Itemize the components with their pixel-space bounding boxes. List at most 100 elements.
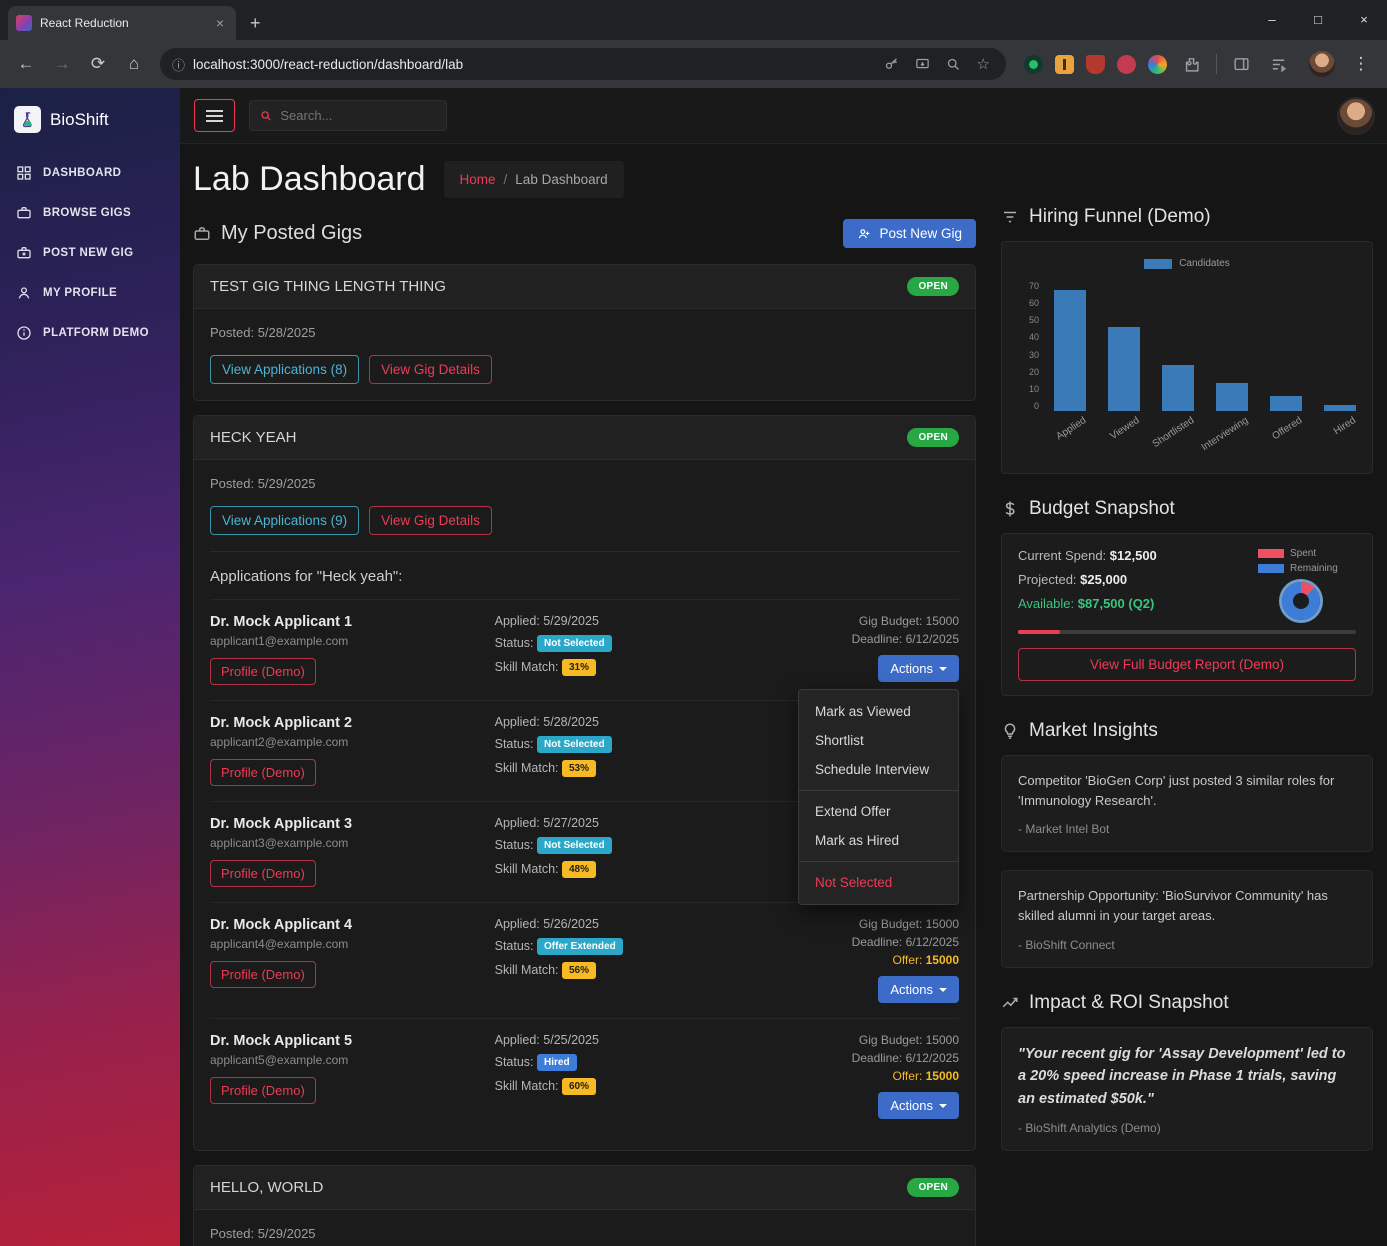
extensions-row (1016, 54, 1299, 74)
reload-button[interactable]: ⟳ (82, 48, 114, 80)
legend-label: Candidates (1179, 258, 1230, 269)
tab-favicon (16, 15, 32, 31)
extension-icon-5[interactable] (1148, 55, 1167, 74)
home-button[interactable]: ⌂ (118, 48, 150, 80)
browser-menu-icon[interactable]: ⋮ (1345, 48, 1377, 80)
y-tick-label: 0 (1034, 401, 1039, 411)
browser-tab[interactable]: React Reduction × (8, 6, 236, 40)
install-app-icon[interactable] (911, 57, 934, 72)
user-avatar[interactable] (1339, 99, 1373, 133)
address-bar[interactable]: ⓘ localhost:3000/react-reduction/dashboa… (160, 48, 1006, 80)
gig-card-body: Posted: 5/28/2025 View Applications (8) … (194, 309, 975, 400)
password-manager-icon[interactable] (880, 57, 903, 72)
y-tick-label: 10 (1029, 384, 1039, 394)
view-gig-details-button[interactable]: View Gig Details (369, 355, 492, 384)
zoom-icon[interactable] (942, 57, 965, 72)
actions-dropdown-button[interactable]: Actions (878, 976, 959, 1003)
x-tick-label: Viewed (1109, 415, 1142, 442)
application-status-badge: Not Selected (537, 635, 612, 652)
extension-icon-1[interactable] (1024, 55, 1043, 74)
funnel-bar (1270, 396, 1302, 411)
sidebar-toggle-button[interactable] (194, 99, 235, 132)
profile-demo-button[interactable]: Profile (Demo) (210, 759, 316, 786)
breadcrumb-separator: / (504, 172, 508, 187)
forward-button[interactable]: → (46, 48, 78, 80)
extension-icon-4[interactable] (1117, 55, 1136, 74)
applicant-row: Dr. Mock Applicant 5 applicant5@example.… (210, 1018, 959, 1134)
view-gig-details-button[interactable]: View Gig Details (369, 506, 492, 535)
gig-card-body: Posted: 5/29/2025 View Applications (1) … (194, 1210, 975, 1246)
extension-icon-2[interactable] (1055, 55, 1074, 74)
insight-text: Competitor 'BioGen Corp' just posted 3 s… (1018, 771, 1356, 811)
menu-item-shortlist[interactable]: Shortlist (799, 726, 958, 755)
sidebar-item-label: POST NEW GIG (43, 247, 133, 259)
profile-demo-button[interactable]: Profile (Demo) (210, 961, 316, 988)
sidebar-item-post-new-gig[interactable]: POST NEW GIG (0, 233, 180, 273)
window-maximize-button[interactable]: □ (1295, 0, 1341, 40)
funnel-bars (1046, 281, 1356, 411)
sidebar-item-platform-demo[interactable]: PLATFORM DEMO (0, 313, 180, 353)
briefcase-icon (193, 225, 211, 243)
insight-source: - BioShift Connect (1018, 938, 1356, 952)
projected-value: $25,000 (1080, 572, 1127, 587)
funnel-bar (1216, 383, 1248, 411)
applicant-email: applicant2@example.com (210, 735, 495, 749)
budget-chart: Spent Remaining (1246, 548, 1356, 620)
funnel-icon (1001, 208, 1019, 226)
extensions-puzzle-icon[interactable] (1179, 56, 1204, 73)
bookmark-star-icon[interactable]: ☆ (973, 55, 994, 73)
window-minimize-button[interactable]: – (1249, 0, 1295, 40)
sidebar-item-label: PLATFORM DEMO (43, 327, 149, 339)
tab-close-icon[interactable]: × (212, 15, 228, 31)
impact-roi-title: Impact & ROI Snapshot (1001, 992, 1373, 1014)
sidebar-item-browse-gigs[interactable]: BROWSE GIGS (0, 193, 180, 233)
media-controls-icon[interactable] (1266, 56, 1291, 73)
post-new-gig-button[interactable]: Post New Gig (843, 219, 976, 248)
back-button[interactable]: ← (10, 48, 42, 80)
search-input[interactable] (280, 108, 436, 123)
profile-demo-button[interactable]: Profile (Demo) (210, 1077, 316, 1104)
x-tick-label: Interviewing (1199, 415, 1250, 453)
actions-dropdown-button[interactable]: Actions (878, 1092, 959, 1119)
menu-item-schedule-interview[interactable]: Schedule Interview (799, 755, 958, 784)
view-budget-report-button[interactable]: View Full Budget Report (Demo) (1018, 648, 1356, 681)
menu-item-mark-as-hired[interactable]: Mark as Hired (799, 826, 958, 855)
browser-profile-avatar[interactable] (1309, 51, 1335, 77)
sidebar-item-label: DASHBOARD (43, 167, 121, 179)
budget-progress-fill (1018, 630, 1060, 634)
gig-card-body: Posted: 5/29/2025 View Applications (9) … (194, 460, 975, 1150)
new-tab-button[interactable]: + (236, 13, 275, 40)
side-panel-icon[interactable] (1229, 56, 1254, 73)
sidebar-item-dashboard[interactable]: DASHBOARD (0, 153, 180, 193)
skill-match-badge: 56% (562, 962, 596, 979)
insight-text: Partnership Opportunity: 'BioSurvivor Co… (1018, 886, 1356, 926)
impact-roi-widget: Impact & ROI Snapshot "Your recent gig f… (1001, 992, 1373, 1151)
sidebar-item-label: MY PROFILE (43, 287, 117, 299)
extension-icon-3[interactable] (1086, 55, 1105, 74)
view-applications-button[interactable]: View Applications (9) (210, 506, 359, 535)
impact-quote: "Your recent gig for 'Assay Development'… (1018, 1043, 1356, 1110)
gig-card: TEST GIG THING LENGTH THING OPEN Posted:… (193, 264, 976, 401)
profile-demo-button[interactable]: Profile (Demo) (210, 860, 316, 887)
menu-item-not-selected[interactable]: Not Selected (799, 868, 958, 897)
view-applications-button[interactable]: View Applications (8) (210, 355, 359, 384)
browser-toolbar: ← → ⟳ ⌂ ⓘ localhost:3000/react-reduction… (0, 40, 1387, 88)
gig-budget: 15000 (926, 1033, 959, 1047)
market-insights-title: Market Insights (1001, 720, 1373, 742)
sidebar-item-my-profile[interactable]: MY PROFILE (0, 273, 180, 313)
site-info-icon[interactable]: ⓘ (172, 55, 185, 74)
menu-item-extend-offer[interactable]: Extend Offer (799, 797, 958, 826)
actions-dropdown-button[interactable]: Actions (878, 655, 959, 682)
profile-demo-button[interactable]: Profile (Demo) (210, 658, 316, 685)
applied-date: 5/28/2025 (543, 715, 599, 729)
x-tick-label: Offered (1270, 415, 1304, 442)
chart-legend: Candidates (1018, 258, 1356, 269)
brand[interactable]: BioShift (0, 88, 180, 153)
window-close-button[interactable]: × (1341, 0, 1387, 40)
hiring-funnel-widget: Hiring Funnel (Demo) Candidates 70605040… (1001, 206, 1373, 474)
spent-swatch (1258, 549, 1284, 558)
applied-date: 5/29/2025 (543, 614, 599, 628)
status-badge: OPEN (907, 1178, 959, 1197)
breadcrumb-home-link[interactable]: Home (460, 172, 496, 187)
menu-item-mark-as-viewed[interactable]: Mark as Viewed (799, 697, 958, 726)
